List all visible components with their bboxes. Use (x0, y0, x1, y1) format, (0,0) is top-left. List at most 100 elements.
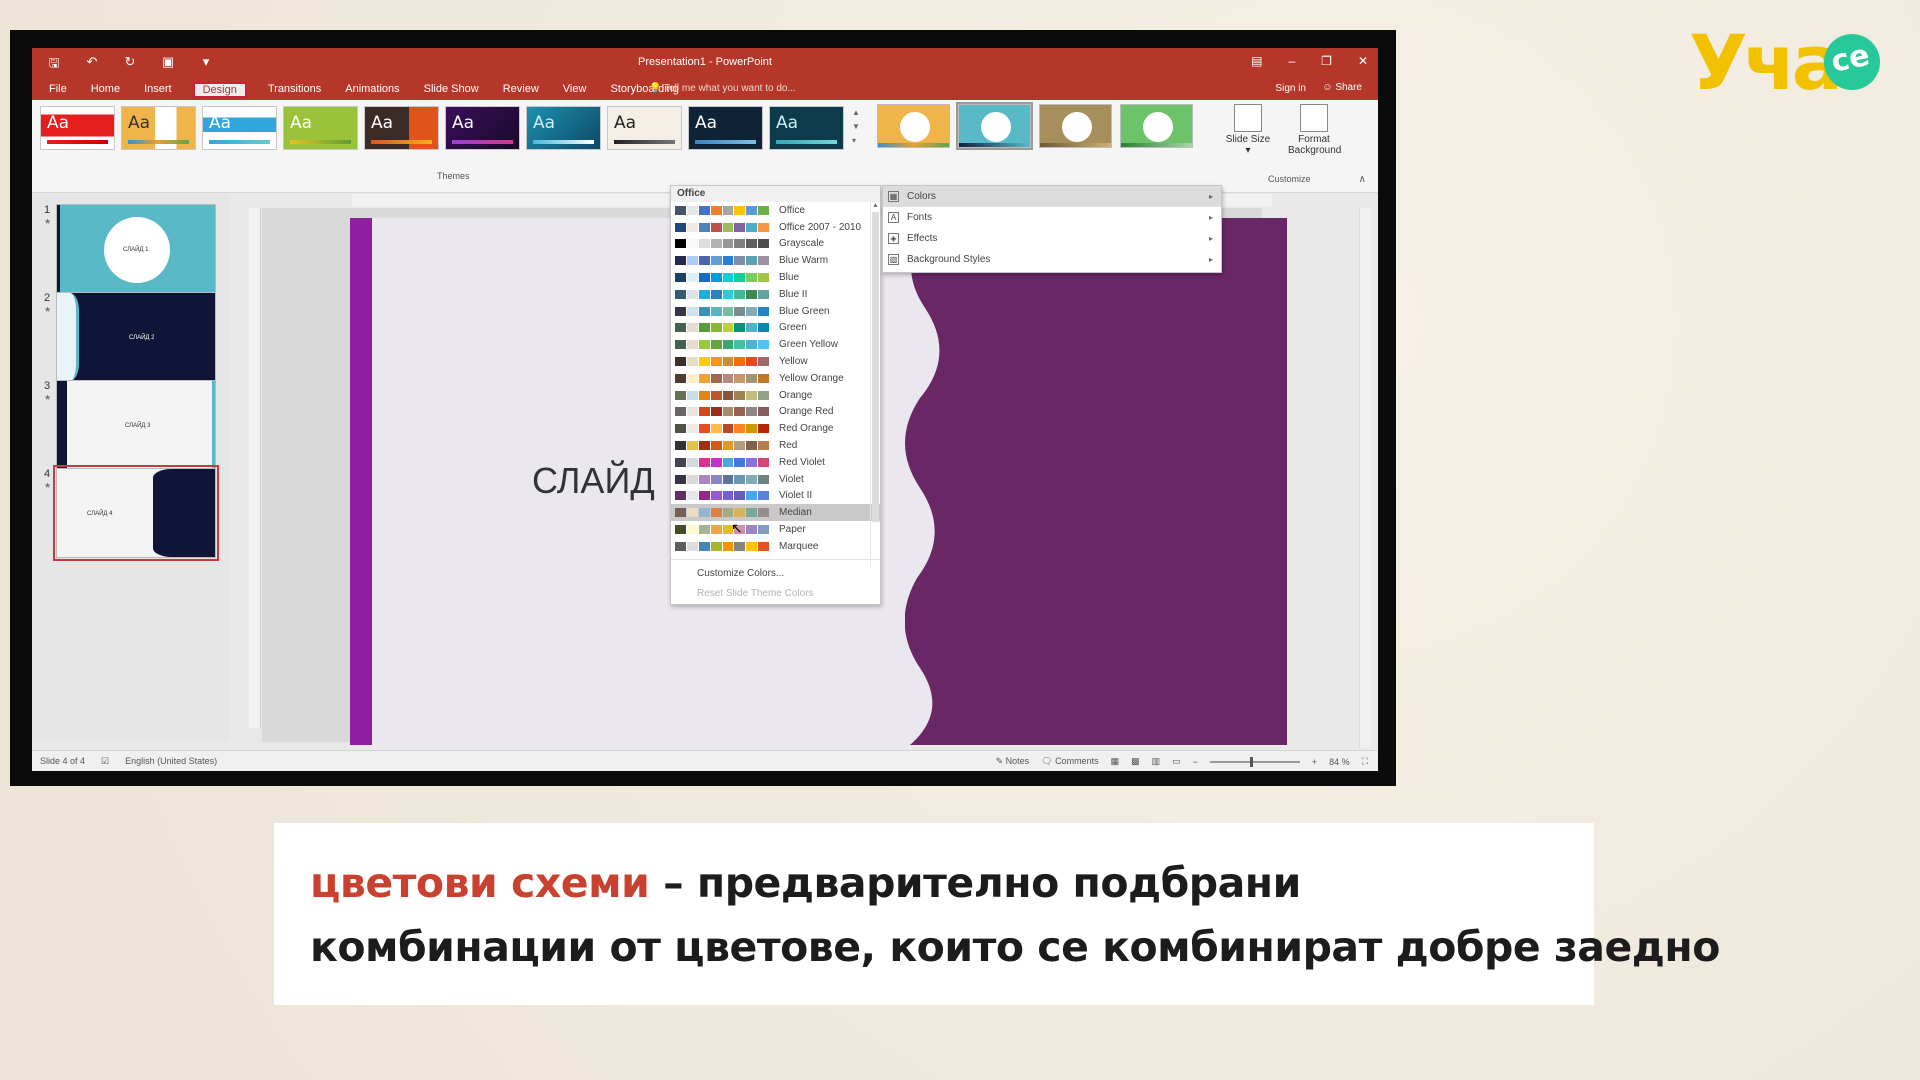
variants-menu-fonts[interactable]: A Fonts ▸ (883, 207, 1221, 228)
ribbon-display-icon[interactable]: ▤ (1251, 54, 1262, 68)
format-background-button[interactable]: Format Background (1288, 104, 1341, 156)
color-swatch (758, 390, 769, 400)
color-scheme-item[interactable]: Yellow Orange (671, 370, 880, 387)
variant-thumbnail[interactable] (877, 104, 950, 148)
comments-button[interactable]: 🗨 Comments (1041, 756, 1098, 767)
variant-thumbnail[interactable] (956, 102, 1033, 150)
fit-slide-icon[interactable]: ⛶ (1362, 756, 1368, 767)
tab-slide-show[interactable]: Slide Show (421, 82, 482, 98)
restore-icon[interactable]: ❐ (1321, 54, 1332, 68)
slide-thumbnail[interactable]: СЛАЙД 4 (53, 465, 219, 561)
share-button[interactable]: ☺ Share (1322, 82, 1362, 93)
color-scheme-item[interactable]: Violet II (671, 488, 880, 505)
themes-gallery-scroll[interactable]: ▲ ▼ ▾ (852, 106, 860, 148)
slide-sorter-icon[interactable]: ▩ (1131, 756, 1140, 767)
color-scheme-item[interactable]: Office 2007 - 2010 (671, 219, 880, 236)
color-scheme-item[interactable]: Grayscale (671, 236, 880, 253)
slideshow-view-icon[interactable]: ▭ (1172, 756, 1181, 767)
color-swatch (734, 457, 746, 467)
color-scheme-item[interactable]: Red Orange (671, 420, 880, 437)
tab-view[interactable]: View (560, 82, 590, 98)
tell-me-box[interactable]: 💡 Tell me what you want to do... (649, 83, 796, 94)
close-icon[interactable]: ✕ (1358, 54, 1368, 68)
theme-thumbnail[interactable]: Aa (202, 106, 277, 150)
color-swatch (675, 306, 686, 316)
color-scheme-item[interactable]: Yellow (671, 353, 880, 370)
variants-menu-effects[interactable]: ◈ Effects ▸ (883, 228, 1221, 249)
tab-animations[interactable]: Animations (342, 82, 402, 98)
color-swatch (686, 390, 698, 400)
theme-thumbnail[interactable]: Aa (607, 106, 682, 150)
theme-thumbnail[interactable]: Aa (364, 106, 439, 150)
color-scheme-item[interactable]: Red (671, 437, 880, 454)
customize-colors-item[interactable]: Customize Colors... (671, 564, 880, 584)
format-background-icon (1300, 104, 1328, 132)
zoom-level[interactable]: 84 % (1329, 757, 1350, 767)
theme-thumbnail[interactable]: Aa (769, 106, 844, 150)
slide-title[interactable]: СЛАЙД (532, 460, 655, 502)
variant-thumbnail[interactable] (1039, 104, 1112, 148)
tab-file[interactable]: File (46, 82, 70, 98)
color-scheme-item[interactable]: Red Violet (671, 454, 880, 471)
zoom-slider[interactable] (1209, 756, 1300, 767)
color-swatch (675, 541, 686, 551)
tab-design[interactable]: Design (192, 82, 247, 98)
color-scheme-item[interactable]: Green Yellow (671, 336, 880, 353)
minimize-icon[interactable]: – (1288, 54, 1295, 68)
color-scheme-item[interactable]: Orange Red (671, 404, 880, 421)
theme-thumbnail[interactable]: Aa (121, 106, 196, 150)
tab-home[interactable]: Home (88, 82, 123, 98)
color-scheme-item[interactable]: Blue Green (671, 303, 880, 320)
color-scheme-item[interactable]: Orange (671, 387, 880, 404)
color-scheme-item[interactable]: Blue (671, 269, 880, 286)
color-swatch (698, 407, 710, 417)
notes-button[interactable]: ✎ Notes (996, 756, 1030, 767)
slide-wave-shape (905, 218, 1287, 745)
color-scheme-item[interactable]: Paper (671, 521, 880, 538)
collapse-ribbon-icon[interactable]: ∧ (1359, 174, 1366, 185)
variants-menu-colors[interactable]: ▦ Colors ▸ (883, 186, 1221, 207)
tab-review[interactable]: Review (500, 82, 542, 98)
color-scheme-item[interactable]: Marquee (671, 538, 880, 555)
color-swatch (686, 441, 698, 451)
color-scheme-name: Red (779, 440, 798, 452)
color-swatch (675, 525, 686, 535)
zoom-slider-knob[interactable] (1249, 756, 1253, 767)
zoom-in-icon[interactable]: + (1312, 757, 1317, 767)
slide-thumbnail[interactable]: СЛАЙД 1 (56, 204, 216, 294)
tab-insert[interactable]: Insert (141, 82, 175, 98)
colors-dropdown-scrollbar[interactable]: ▲ (870, 202, 880, 566)
slide-thumbnail[interactable]: СЛАЙД 3 (56, 380, 216, 470)
color-scheme-item[interactable]: Blue Warm (671, 252, 880, 269)
color-scheme-item[interactable]: Median (671, 504, 880, 522)
color-swatch (722, 205, 734, 215)
variant-thumbnail[interactable] (1120, 104, 1193, 148)
tab-transitions[interactable]: Transitions (265, 82, 324, 98)
reading-view-icon[interactable]: ▥ (1152, 756, 1161, 767)
theme-thumbnail[interactable]: Aa (283, 106, 358, 150)
title-bar: 🖫 ↶ ↻ ▣ ▾ Presentation1 - PowerPoint ▤ –… (32, 48, 1378, 78)
theme-thumbnail[interactable]: Aa (688, 106, 763, 150)
theme-thumbnail[interactable]: Aa (526, 106, 601, 150)
color-swatch (734, 256, 746, 266)
slide-size-button[interactable]: Slide Size ▾ (1222, 104, 1274, 156)
zoom-out-icon[interactable]: − (1193, 757, 1198, 767)
theme-color-bar (209, 140, 270, 144)
variants-menu-background-styles[interactable]: ▧ Background Styles ▸ (883, 249, 1221, 270)
scrollbar-thumb[interactable] (872, 212, 879, 522)
spellcheck-icon[interactable]: ☑ (101, 756, 109, 767)
theme-thumbnail[interactable]: Aa (40, 106, 115, 150)
color-swatch (746, 525, 758, 535)
slide-thumbnail[interactable]: СЛАЙД 2 (56, 292, 216, 382)
normal-view-icon[interactable]: ▦ (1111, 756, 1120, 767)
language-indicator[interactable]: English (United States) (125, 756, 217, 767)
color-scheme-item[interactable]: Green (671, 320, 880, 337)
vertical-scrollbar[interactable] (1359, 208, 1371, 748)
color-swatch (710, 508, 722, 518)
theme-thumbnail[interactable]: Aa (445, 106, 520, 150)
sign-in-link[interactable]: Sign in (1275, 83, 1306, 94)
color-scheme-item[interactable]: Blue II (671, 286, 880, 303)
theme-sample-text: Aa (290, 113, 313, 133)
color-scheme-item[interactable]: Office (671, 202, 880, 219)
color-scheme-item[interactable]: Violet (671, 471, 880, 488)
